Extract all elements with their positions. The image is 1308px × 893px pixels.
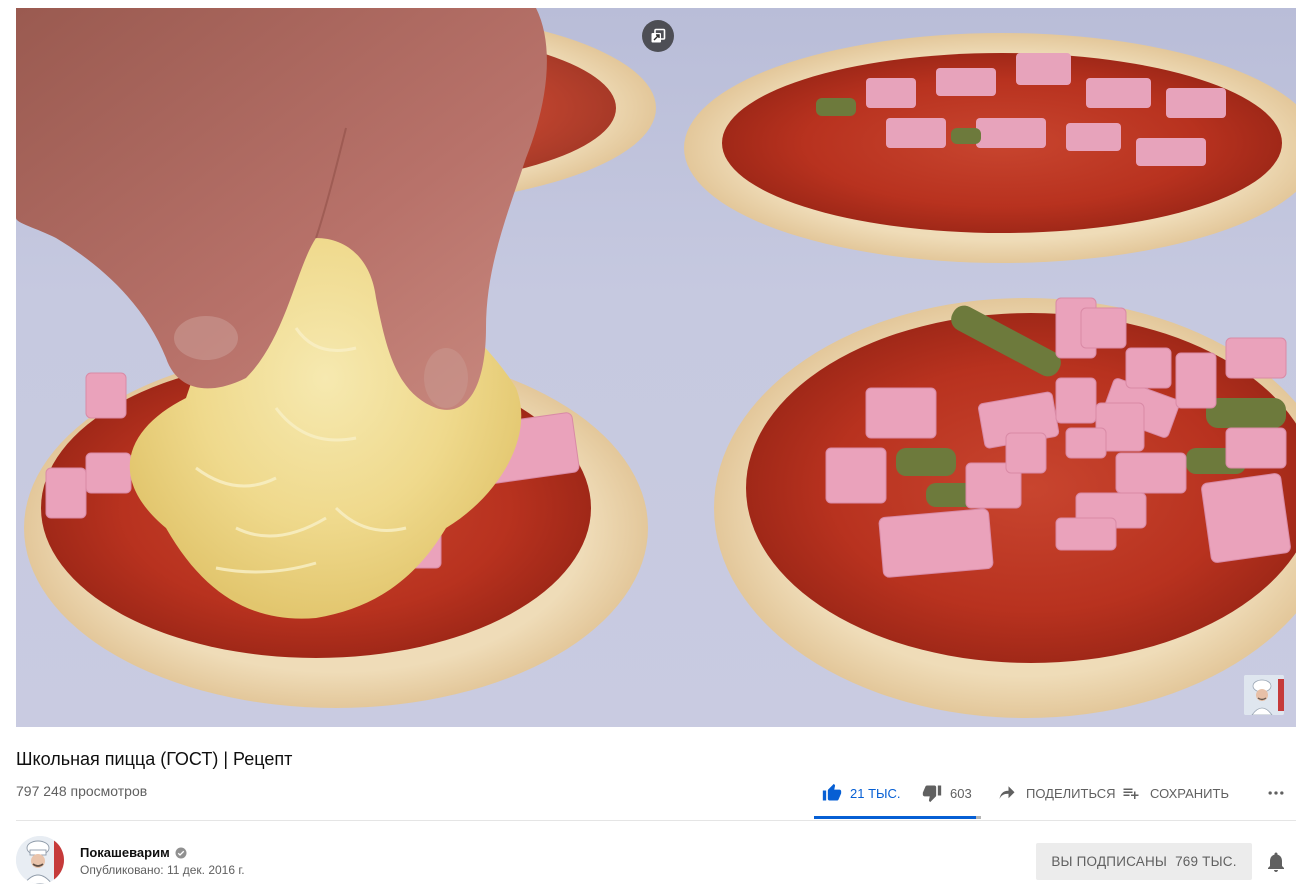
save-label: СОХРАНИТЬ: [1150, 785, 1229, 801]
like-count: 21 ТЫС.: [850, 785, 901, 801]
video-title: Школьная пицца (ГОСТ) | Рецепт: [16, 749, 293, 769]
share-label: ПОДЕЛИТЬСЯ: [1026, 785, 1116, 801]
chef-logo-icon: [1244, 675, 1284, 715]
divider: [16, 820, 1296, 821]
sentiment-bar: [814, 816, 981, 819]
publish-date: Опубликовано: 11 дек. 2016 г.: [80, 863, 245, 877]
view-count: 797 248 просмотров: [16, 783, 148, 799]
miniplayer-button[interactable]: [642, 20, 674, 52]
sentiment-bar-fill: [814, 816, 976, 819]
channel-watermark[interactable]: [1244, 675, 1284, 715]
save-button[interactable]: СОХРАНИТЬ: [1122, 778, 1246, 808]
dislike-button[interactable]: 603: [922, 778, 984, 808]
share-button[interactable]: ПОДЕЛИТЬСЯ: [984, 778, 1122, 808]
dislike-count: 603: [950, 785, 972, 801]
notification-bell-button[interactable]: [1264, 850, 1288, 874]
subscribed-button[interactable]: ВЫ ПОДПИСАНЫ 769 ТЫС.: [1036, 843, 1252, 880]
subscriber-count: 769 ТЫС.: [1175, 854, 1237, 869]
channel-name: Покашеварим: [80, 845, 170, 860]
video-player[interactable]: [16, 8, 1296, 727]
channel-avatar[interactable]: [16, 836, 64, 884]
more-horizontal-icon: [1268, 791, 1284, 795]
like-button[interactable]: 21 ТЫС.: [814, 778, 922, 808]
thumb-down-icon: [922, 785, 942, 803]
playlist-add-icon: [1123, 788, 1139, 799]
verified-check-icon: [175, 847, 187, 858]
video-frame: [16, 8, 1296, 718]
channel-name-link[interactable]: Покашеварим: [80, 845, 187, 860]
more-actions-button[interactable]: [1246, 778, 1286, 808]
notification-bell-icon: [1268, 852, 1284, 872]
thumb-up-icon: [822, 783, 842, 801]
subscribed-label: ВЫ ПОДПИСАНЫ: [1051, 854, 1168, 869]
video-actions: 21 ТЫС. 603 ПОДЕЛИТЬСЯ СОХРАНИТЬ: [814, 778, 1286, 820]
share-arrow-icon: [999, 786, 1015, 799]
miniplayer-icon: [651, 28, 666, 43]
chef-avatar-icon: [16, 836, 64, 884]
